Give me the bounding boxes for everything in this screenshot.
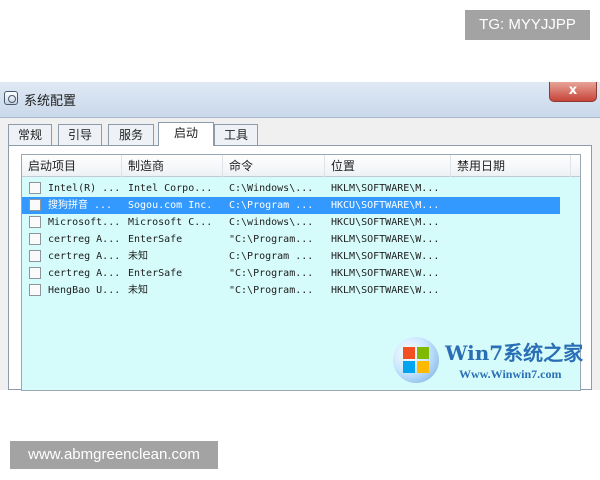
cell-location: HKLM\SOFTWARE\W... <box>331 285 440 296</box>
cell-location: HKCU\SOFTWARE\M... <box>331 200 440 211</box>
column-header-startup-item[interactable]: 启动项目 <box>22 155 122 177</box>
tab-tools[interactable]: 工具 <box>214 124 258 145</box>
row-checkbox[interactable] <box>29 233 41 245</box>
row-checkbox[interactable] <box>29 284 41 296</box>
table-row[interactable]: certreg A... 未知 C:\Program ... HKLM\SOFT… <box>22 248 560 265</box>
cell-startup-item: Microsoft... <box>48 217 121 228</box>
row-checkbox[interactable] <box>29 182 41 194</box>
cell-command: C:\windows\... <box>229 217 314 228</box>
cell-manufacturer: Microsoft C... <box>128 217 213 228</box>
cell-startup-item: HengBao U... <box>48 285 121 296</box>
tab-startup[interactable]: 启动 <box>158 122 214 146</box>
table-row[interactable]: certreg A... EnterSafe "C:\Program... HK… <box>22 231 560 248</box>
cell-location: HKLM\SOFTWARE\M... <box>331 183 440 194</box>
tab-general[interactable]: 常规 <box>8 124 52 145</box>
logo-url: Www.Winwin7.com <box>459 367 562 381</box>
close-button[interactable]: x <box>549 82 597 102</box>
cell-command: C:\Program ... <box>229 200 314 211</box>
cell-location: HKLM\SOFTWARE\W... <box>331 268 440 279</box>
table-row[interactable]: HengBao U... 未知 "C:\Program... HKLM\SOFT… <box>22 282 560 299</box>
title-bar[interactable]: 系统配置 x <box>0 82 600 118</box>
cell-command: C:\Program ... <box>229 251 314 262</box>
column-header-command[interactable]: 命令 <box>223 155 325 177</box>
cell-command: "C:\Program... <box>229 268 314 279</box>
cell-location: HKLM\SOFTWARE\W... <box>331 251 440 262</box>
table-row[interactable]: 搜狗拼音 ... Sogou.com Inc. C:\Program ... H… <box>22 197 560 214</box>
logo-title: Win7系统之家 <box>445 341 584 365</box>
row-checkbox[interactable] <box>29 199 41 211</box>
telegram-watermark: TG: MYYJJPP <box>465 10 590 40</box>
msconfig-app-icon <box>4 91 18 105</box>
list-header: 启动项目 制造商 命令 位置 禁用日期 <box>22 155 580 177</box>
cell-manufacturer: 未知 <box>128 251 148 262</box>
cell-manufacturer: EnterSafe <box>128 268 183 279</box>
cell-command: "C:\Program... <box>229 234 314 245</box>
website-watermark: www.abmgreenclean.com <box>10 441 218 469</box>
cell-manufacturer: Intel Corpo... <box>128 183 213 194</box>
column-header-manufacturer[interactable]: 制造商 <box>122 155 223 177</box>
win7-logo-watermark: Win7系统之家 Www.Winwin7.com <box>393 335 593 390</box>
table-row[interactable]: certreg A... EnterSafe "C:\Program... HK… <box>22 265 560 282</box>
cell-startup-item: certreg A... <box>48 268 121 279</box>
cell-command: "C:\Program... <box>229 285 314 296</box>
cell-startup-item: certreg A... <box>48 251 121 262</box>
column-header-location[interactable]: 位置 <box>325 155 451 177</box>
column-header-date-disabled[interactable]: 禁用日期 <box>451 155 571 177</box>
cell-manufacturer: EnterSafe <box>128 234 183 245</box>
cell-manufacturer: 未知 <box>128 285 148 296</box>
table-row[interactable]: Microsoft... Microsoft C... C:\windows\.… <box>22 214 560 231</box>
cell-startup-item: certreg A... <box>48 234 121 245</box>
cell-location: HKCU\SOFTWARE\M... <box>331 217 440 228</box>
row-checkbox[interactable] <box>29 216 41 228</box>
cell-startup-item: Intel(R) ... <box>48 183 121 194</box>
window-title: 系统配置 <box>24 94 77 109</box>
cell-manufacturer: Sogou.com Inc. <box>128 200 213 211</box>
row-checkbox[interactable] <box>29 250 41 262</box>
cell-command: C:\Windows\... <box>229 183 314 194</box>
tab-services[interactable]: 服务 <box>108 124 154 145</box>
tab-boot[interactable]: 引导 <box>58 124 102 145</box>
windows-orb-icon <box>393 337 439 383</box>
row-checkbox[interactable] <box>29 267 41 279</box>
cell-startup-item: 搜狗拼音 ... <box>48 200 113 211</box>
table-row[interactable]: Intel(R) ... Intel Corpo... C:\Windows\.… <box>22 180 560 197</box>
cell-location: HKLM\SOFTWARE\W... <box>331 234 440 245</box>
